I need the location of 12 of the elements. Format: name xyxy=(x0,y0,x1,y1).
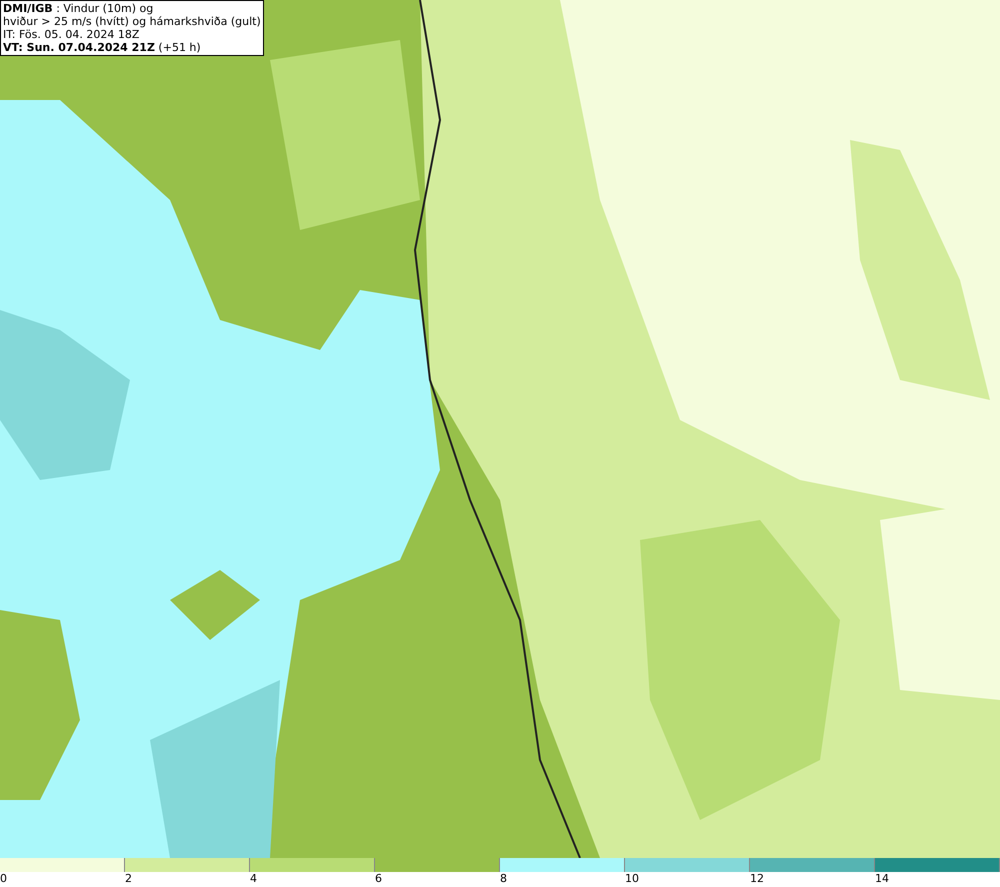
legend-label: 0 xyxy=(0,872,7,886)
legend-label: 12 xyxy=(750,872,764,886)
legend-label: 10 xyxy=(625,872,639,886)
legend-label: 14 xyxy=(875,872,889,886)
legend-label: 2 xyxy=(125,872,132,886)
title-line: IT: Fös. 05. 04. 2024 18Z xyxy=(3,28,140,41)
legend-label: 6 xyxy=(375,872,382,886)
title-line: VT: Sun. 07.04.2024 21Z (+51 h) xyxy=(3,41,202,54)
title-line: DMI/IGB : Vindur (10m) og xyxy=(3,2,154,15)
legend-label: 4 xyxy=(250,872,257,886)
title-line: hviður > 25 m/s (hvítt) og hámarkshviða (gult) xyxy=(3,15,261,28)
legend-label: 8 xyxy=(500,872,507,886)
